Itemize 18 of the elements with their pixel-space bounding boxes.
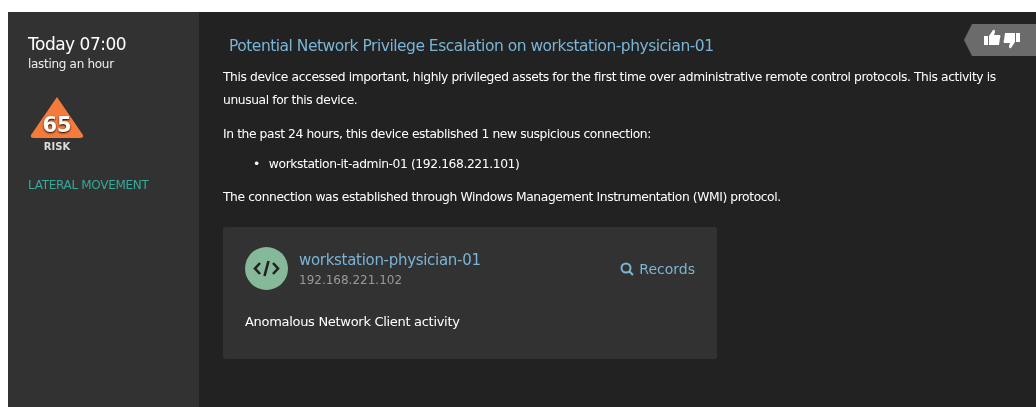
connection-item: workstation-it-admin-01 (192.168.221.101) xyxy=(268,156,520,172)
search-icon xyxy=(620,261,635,276)
feedback-tab[interactable] xyxy=(964,24,1036,56)
device-ip: 192.168.221.102 xyxy=(299,272,404,287)
risk-label: RISK xyxy=(43,141,71,152)
activity-text: Anomalous Network Client activity xyxy=(245,314,461,329)
bullet-mark: • xyxy=(253,156,260,172)
device-name[interactable]: workstation-physician-01 xyxy=(299,250,481,269)
event-time: Today 07:00 xyxy=(28,34,127,54)
event-duration: lasting an hour xyxy=(28,57,114,71)
description-text: In the past 24 hours, this device established 1 new suspicious connection: xyxy=(223,126,652,143)
category-label: LATERAL MOVEMENT xyxy=(28,178,149,192)
protocol-text: The connection was established through Windows Management Instrumentation (WMI) protocol. xyxy=(223,189,782,206)
alert-title[interactable]: Potential Network Privilege Escalation on workstation-physician-01 xyxy=(229,37,714,55)
description-text: This device accessed important, highly privileged assets for the first time over administrative remote control protocols. This activity is unusual for this device. xyxy=(223,69,997,109)
records-link[interactable]: Records xyxy=(620,260,695,277)
risk-badge: 65 xyxy=(29,95,85,139)
code-icon xyxy=(245,247,288,290)
